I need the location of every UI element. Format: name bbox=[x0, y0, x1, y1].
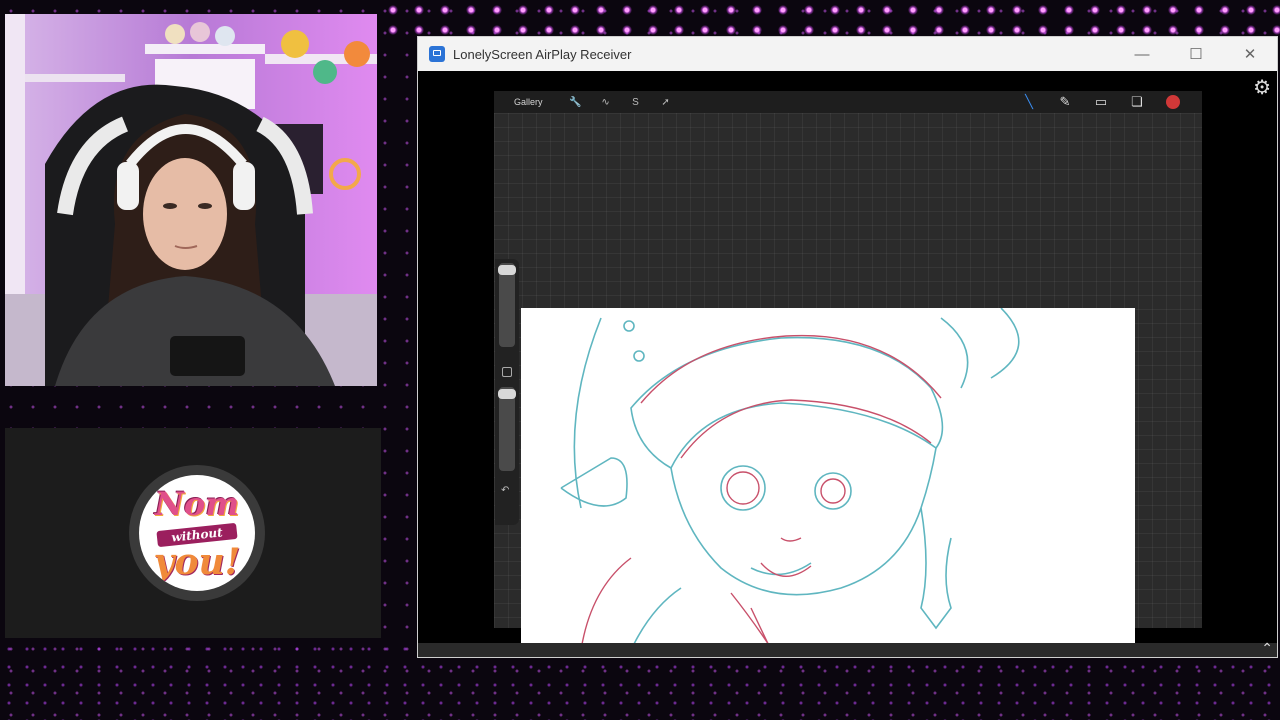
color-picker-button[interactable] bbox=[1166, 95, 1180, 109]
window-title: LonelyScreen AirPlay Receiver bbox=[453, 46, 632, 62]
close-button[interactable]: ✕ bbox=[1223, 37, 1277, 71]
window-titlebar[interactable]: LonelyScreen AirPlay Receiver — ☐ ✕ bbox=[418, 37, 1277, 71]
mirrored-ipad-screen[interactable]: Gallery 🔧 ∿ S ➚ ╲ ✎ ▭ ❏ ↶ bbox=[494, 91, 1202, 650]
channel-logo-panel: Nom without you! bbox=[5, 428, 381, 638]
window-bottom-bar bbox=[418, 643, 1277, 657]
brush-icon[interactable]: ╲ bbox=[1022, 94, 1036, 110]
logo-text-line1: Nom bbox=[154, 485, 240, 523]
layers-icon[interactable]: ❏ bbox=[1130, 94, 1144, 110]
airplay-window: LonelyScreen AirPlay Receiver — ☐ ✕ ⚙ Ga… bbox=[417, 36, 1278, 658]
brush-size-slider[interactable] bbox=[498, 263, 516, 347]
window-controls: — ☐ ✕ bbox=[1115, 37, 1277, 71]
selection-icon[interactable]: S bbox=[621, 97, 651, 108]
wrench-icon[interactable]: 🔧 bbox=[561, 97, 591, 108]
maximize-button[interactable]: ☐ bbox=[1169, 37, 1223, 71]
channel-logo: Nom without you! bbox=[129, 465, 265, 601]
gallery-button[interactable]: Gallery bbox=[514, 97, 543, 107]
close-icon: ✕ bbox=[1243, 46, 1257, 63]
sketch-artwork bbox=[560, 308, 1020, 650]
minimize-button[interactable]: — bbox=[1115, 37, 1169, 71]
airplay-app-icon bbox=[429, 46, 445, 62]
modify-button[interactable] bbox=[502, 367, 512, 377]
logo-text-line3: you! bbox=[153, 541, 241, 583]
eraser-icon[interactable]: ▭ bbox=[1094, 94, 1108, 110]
procreate-workspace[interactable]: ↶ bbox=[494, 113, 1202, 650]
smudge-icon[interactable]: ✎ bbox=[1058, 94, 1072, 110]
maximize-icon: ☐ bbox=[1189, 46, 1203, 63]
opacity-slider[interactable] bbox=[498, 387, 516, 471]
gear-icon[interactable]: ⚙ bbox=[1253, 75, 1271, 100]
undo-icon[interactable]: ↶ bbox=[501, 485, 509, 496]
magic-wand-icon[interactable]: ∿ bbox=[591, 97, 621, 108]
transform-icon[interactable]: ➚ bbox=[651, 97, 681, 108]
minimize-icon: — bbox=[1134, 45, 1150, 63]
opacity-handle[interactable] bbox=[498, 389, 516, 399]
top-light-strip bbox=[380, 0, 1280, 40]
webcam-image bbox=[5, 14, 377, 386]
drawing-canvas[interactable] bbox=[521, 308, 1135, 650]
logo-badge: Nom without you! bbox=[139, 475, 255, 591]
brush-size-handle[interactable] bbox=[498, 265, 516, 275]
procreate-sidebar: ↶ bbox=[495, 259, 519, 525]
chevron-up-icon[interactable]: ⌃ bbox=[1261, 640, 1273, 657]
webcam-feed bbox=[5, 14, 377, 386]
procreate-toolbar: Gallery 🔧 ∿ S ➚ ╲ ✎ ▭ ❏ bbox=[494, 91, 1202, 113]
procreate-right-tools: ╲ ✎ ▭ ❏ bbox=[1022, 94, 1180, 110]
